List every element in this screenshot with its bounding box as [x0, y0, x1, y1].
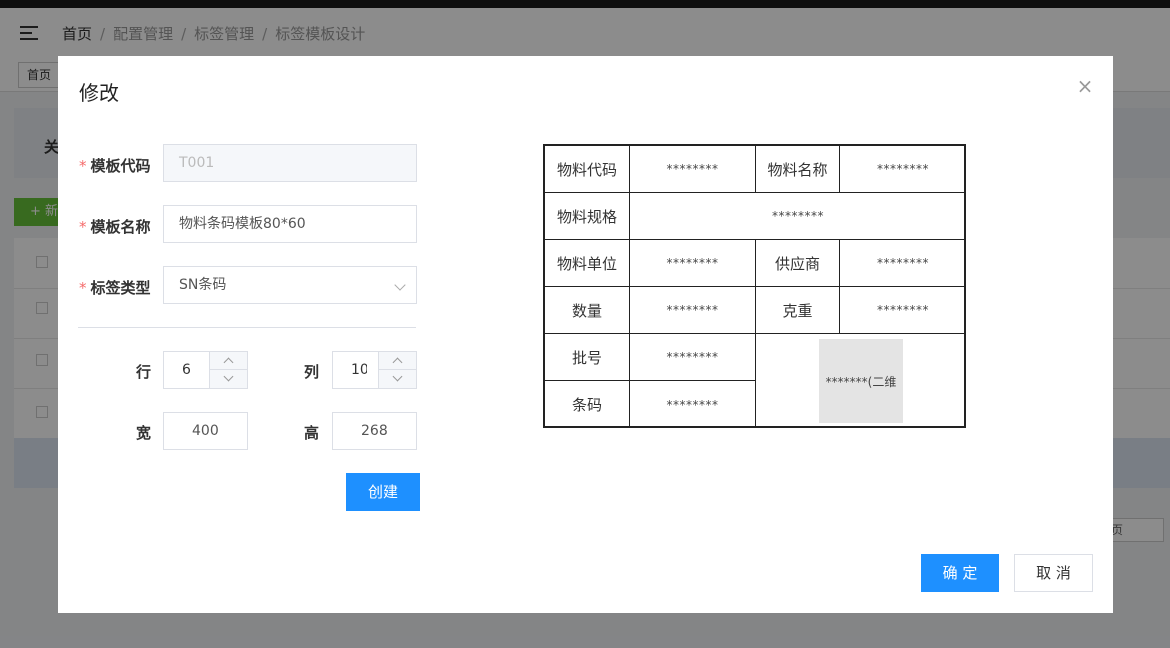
cols-increase-button[interactable] — [379, 352, 416, 370]
preview-label-batch-no[interactable]: 批号 — [545, 334, 630, 381]
rows-decrease-button[interactable] — [210, 370, 247, 388]
label-type-label: * 标签类型 — [79, 279, 151, 297]
cancel-button[interactable]: 取 消 — [1014, 554, 1093, 592]
rows-input[interactable]: 6 — [164, 352, 210, 388]
preview-label-material-name[interactable]: 物料名称 — [756, 146, 840, 193]
template-name-input[interactable]: 物料条码模板80*60 — [163, 205, 417, 243]
preview-label-material-spec[interactable]: 物料规格 — [545, 193, 630, 240]
dialog-title: 修改 — [79, 81, 119, 105]
preview-label-quantity[interactable]: 数量 — [545, 287, 630, 334]
preview-label-material-unit[interactable]: 物料单位 — [545, 240, 630, 287]
preview-label-material-code[interactable]: 物料代码 — [545, 146, 630, 193]
preview-value-material-unit[interactable]: ******** — [630, 240, 756, 287]
preview-value-barcode[interactable]: ******** — [630, 381, 756, 428]
label-type-value: SN条码 — [179, 277, 227, 293]
preview-label-barcode[interactable]: 条码 — [545, 381, 630, 428]
template-code-input: T001 — [163, 144, 417, 182]
rows-stepper[interactable]: 6 — [163, 351, 248, 389]
rows-label: 行 — [136, 363, 152, 381]
preview-value-supplier[interactable]: ******** — [840, 240, 966, 287]
label-type-select[interactable]: SN条码 — [163, 266, 417, 304]
cols-stepper[interactable]: 10 — [332, 351, 417, 389]
edit-dialog: 修改 × * 模板代码 T001 * 模板名称 物料条码模板80*60 * 标签类型 … — [58, 56, 1113, 613]
chevron-down-icon — [394, 279, 406, 291]
chevron-up-icon — [392, 357, 403, 368]
cols-input[interactable]: 10 — [333, 352, 367, 388]
preview-value-batch-no[interactable]: ******** — [630, 334, 756, 381]
label-template-preview: 物料代码 ******** 物料名称 ******** 物料规格 *******… — [543, 144, 966, 428]
chevron-down-icon — [223, 371, 234, 382]
close-icon[interactable]: × — [1075, 76, 1095, 96]
cols-label: 列 — [304, 363, 320, 381]
preview-value-quantity[interactable]: ******** — [630, 287, 756, 334]
cols-decrease-button[interactable] — [379, 370, 416, 388]
chevron-up-icon — [223, 357, 234, 368]
preview-value-gram-weight[interactable]: ******** — [840, 287, 966, 334]
preview-value-material-name[interactable]: ******** — [840, 146, 966, 193]
chevron-down-icon — [392, 371, 403, 382]
preview-label-gram-weight[interactable]: 克重 — [756, 287, 840, 334]
template-name-label: * 模板名称 — [79, 218, 151, 236]
width-label: 宽 — [136, 424, 152, 442]
form-divider — [78, 327, 416, 328]
preview-qrcode-placeholder[interactable]: *******(二维 — [819, 339, 903, 423]
create-button[interactable]: 创建 — [346, 473, 420, 511]
confirm-button[interactable]: 确 定 — [921, 554, 999, 592]
template-code-label: * 模板代码 — [79, 157, 151, 175]
preview-label-supplier[interactable]: 供应商 — [756, 240, 840, 287]
preview-value-material-spec[interactable]: ******** — [630, 193, 966, 240]
height-label: 高 — [304, 424, 320, 442]
preview-value-material-code[interactable]: ******** — [630, 146, 756, 193]
height-input[interactable]: 268 — [332, 412, 417, 450]
rows-increase-button[interactable] — [210, 352, 247, 370]
width-input[interactable]: 400 — [163, 412, 248, 450]
